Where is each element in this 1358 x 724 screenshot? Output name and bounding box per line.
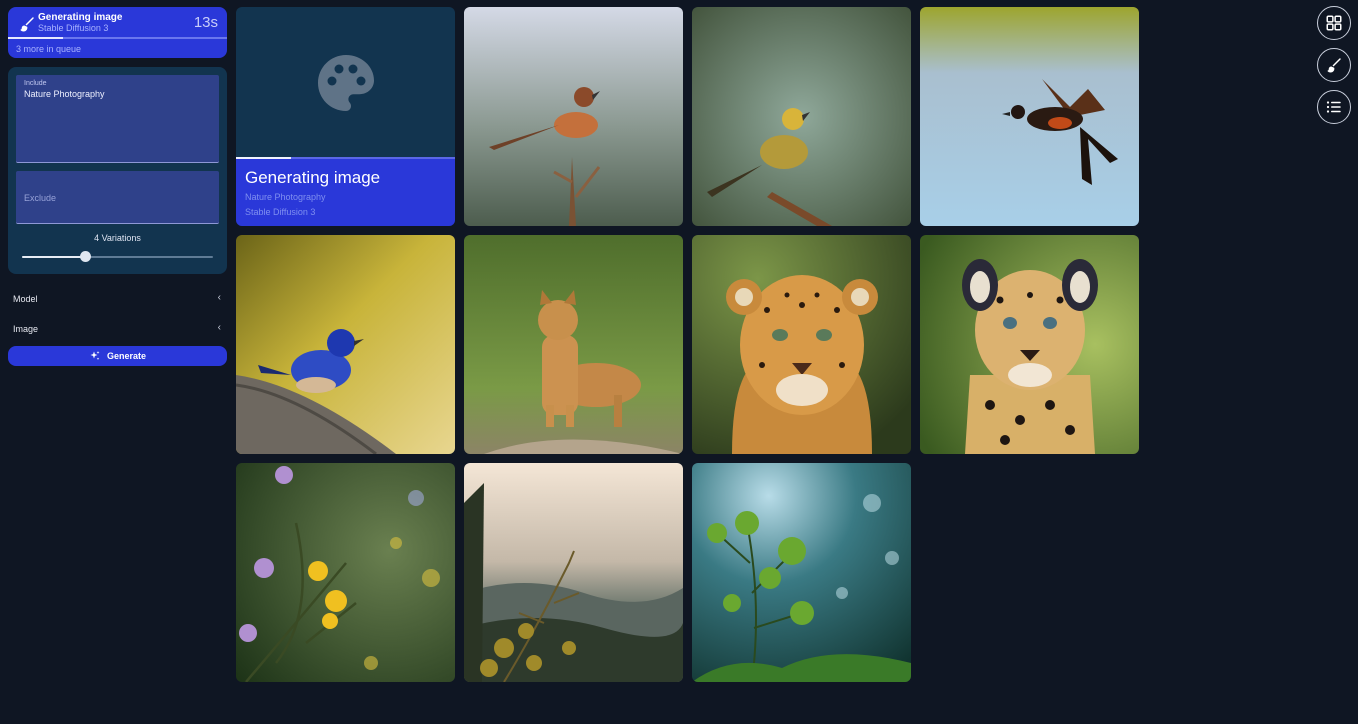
grid-icon <box>1326 15 1342 31</box>
generation-status-card[interactable]: Generating image Stable Diffusion 3 13s … <box>8 7 227 58</box>
prompt-panel: Include Nature Photography Exclude 4 Var… <box>8 67 227 274</box>
gallery-image-wildflowers[interactable] <box>236 463 455 682</box>
generating-title: Generating image <box>245 168 381 187</box>
include-label: Include <box>24 80 47 87</box>
sidebar: Generating image Stable Diffusion 3 13s … <box>8 7 227 366</box>
generating-progress-fill <box>236 157 291 159</box>
chevron-left-icon: ‹ <box>217 322 221 333</box>
section-image[interactable]: Image ‹ <box>8 313 227 343</box>
brush-tool-button[interactable] <box>1317 48 1351 82</box>
image-gallery: Generating image Nature Photography Stab… <box>236 7 1139 682</box>
brush-icon <box>1327 58 1341 73</box>
queue-count: 3 more in queue <box>16 44 82 54</box>
gallery-image-cougar-on-path[interactable] <box>464 235 683 454</box>
section-model-label: Model <box>13 294 38 304</box>
chevron-left-icon: ‹ <box>217 292 221 303</box>
gallery-image-green-foliage[interactable] <box>692 463 911 682</box>
gallery-image-leopard-portrait[interactable] <box>692 235 911 454</box>
list-icon <box>1326 101 1341 113</box>
section-model[interactable]: Model ‹ <box>8 283 227 313</box>
grid-view-button[interactable] <box>1317 6 1351 40</box>
sparkle-icon <box>90 351 100 360</box>
generating-prompt: Nature Photography <box>245 192 326 202</box>
slider-thumb[interactable] <box>80 251 92 262</box>
generating-progress-bar <box>236 157 455 159</box>
gallery-image-bluebird-on-log[interactable] <box>236 235 455 454</box>
generate-button[interactable]: Generate <box>8 346 227 366</box>
right-toolbar <box>1317 6 1351 124</box>
variations-label: 4 Variations <box>94 233 141 243</box>
slider-fill <box>22 256 86 258</box>
gallery-image-bird-on-branch[interactable] <box>464 7 683 226</box>
status-title: Generating image <box>38 12 123 23</box>
status-progress-fill <box>8 37 63 39</box>
status-timer: 13s <box>193 14 218 31</box>
generating-tile[interactable]: Generating image Nature Photography Stab… <box>236 7 455 226</box>
include-value: Nature Photography <box>24 89 105 99</box>
gallery-image-misty-valley-plant[interactable] <box>464 463 683 682</box>
gallery-image-jaguar-portrait[interactable] <box>920 235 1139 454</box>
include-field[interactable]: Include Nature Photography <box>16 75 219 163</box>
section-image-label: Image <box>13 324 39 334</box>
brush-icon <box>20 17 34 32</box>
gallery-image-finch-on-branch[interactable] <box>692 7 911 226</box>
list-view-button[interactable] <box>1317 90 1351 124</box>
status-progress-bar <box>8 37 227 39</box>
generating-model: Stable Diffusion 3 <box>245 207 316 217</box>
exclude-placeholder: Exclude <box>24 193 57 203</box>
generate-label: Generate <box>106 351 147 361</box>
gallery-image-bird-in-flight[interactable] <box>920 7 1139 226</box>
palette-icon <box>318 55 374 111</box>
status-model: Stable Diffusion 3 <box>38 23 109 33</box>
variations-slider[interactable] <box>16 250 219 264</box>
exclude-field[interactable]: Exclude <box>16 171 219 224</box>
